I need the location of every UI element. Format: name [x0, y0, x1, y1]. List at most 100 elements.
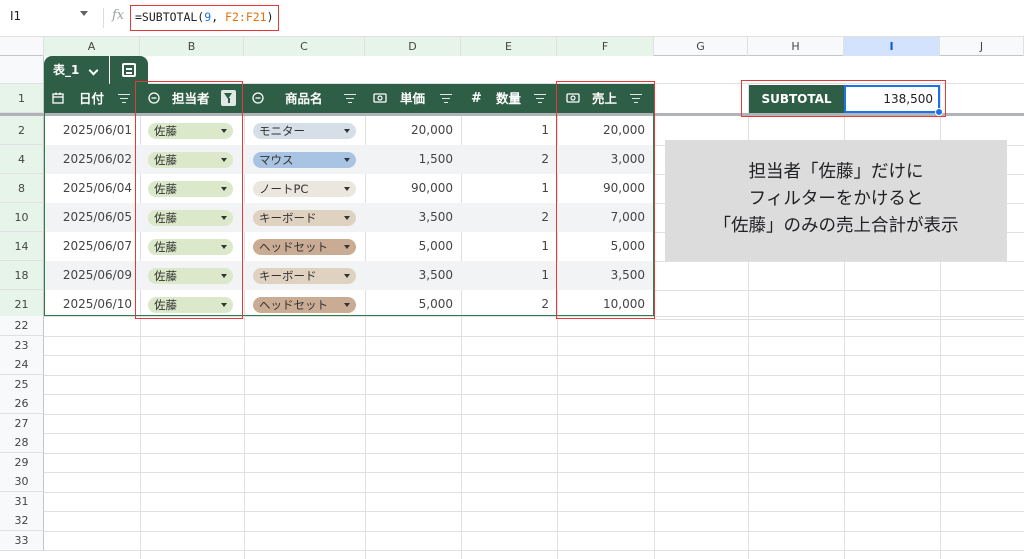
product-chip[interactable]: キーボード — [253, 268, 356, 284]
column-header-g[interactable]: G — [654, 37, 748, 56]
row-header[interactable]: 14 — [0, 232, 44, 261]
row-header[interactable]: 10 — [0, 203, 44, 232]
table-name-chip[interactable]: 表_1 — [44, 56, 109, 84]
chip-dropdown-icon[interactable] — [221, 129, 227, 133]
row-header[interactable]: 30 — [0, 472, 44, 492]
chip-dropdown-icon[interactable] — [221, 303, 227, 307]
price-cell[interactable]: 5,000 — [365, 232, 453, 261]
person-chip[interactable]: 佐藤 — [148, 123, 233, 139]
row-header[interactable]: 29 — [0, 452, 44, 473]
qty-cell[interactable]: 2 — [461, 145, 549, 174]
subtotal-value-cell[interactable]: 138,500 — [844, 85, 940, 113]
date-cell[interactable]: 2025/06/01 — [44, 116, 132, 145]
date-cell[interactable]: 2025/06/10 — [44, 290, 132, 319]
column-header-a[interactable]: A — [44, 37, 140, 56]
chip-dropdown-icon[interactable] — [221, 245, 227, 249]
chip-dropdown-icon[interactable] — [344, 245, 350, 249]
row-header[interactable]: 31 — [0, 491, 44, 512]
column-header-f[interactable]: F — [557, 37, 654, 56]
header-sales[interactable]: 売上 — [592, 84, 617, 113]
name-box[interactable]: I1 — [10, 9, 21, 23]
product-chip[interactable]: ヘッドセット — [253, 297, 356, 313]
header-date[interactable]: 日付 — [79, 84, 104, 113]
person-chip[interactable]: 佐藤 — [148, 181, 233, 197]
date-cell[interactable]: 2025/06/02 — [44, 145, 132, 174]
row-header[interactable]: 25 — [0, 374, 44, 395]
row-header[interactable]: 26 — [0, 394, 44, 414]
chip-dropdown-icon[interactable] — [344, 129, 350, 133]
qty-cell[interactable]: 1 — [461, 174, 549, 203]
person-chip[interactable]: 佐藤 — [148, 239, 233, 255]
price-cell[interactable]: 1,500 — [365, 145, 453, 174]
row-header[interactable]: 22 — [0, 316, 44, 336]
row-header[interactable]: 24 — [0, 355, 44, 375]
filter-icon[interactable] — [630, 94, 642, 103]
row-header[interactable]: 23 — [0, 335, 44, 356]
chip-dropdown-icon[interactable] — [221, 158, 227, 162]
column-header-b[interactable]: B — [140, 37, 244, 56]
formula-input[interactable]: =SUBTOTAL(9, F2:F21) — [130, 5, 279, 31]
column-header-i[interactable]: I — [844, 37, 940, 56]
header-qty[interactable]: 数量 — [496, 84, 521, 113]
date-cell[interactable]: 2025/06/07 — [44, 232, 132, 261]
person-chip[interactable]: 佐藤 — [148, 268, 233, 284]
date-cell[interactable]: 2025/06/09 — [44, 261, 132, 290]
row-header[interactable]: 8 — [0, 174, 44, 203]
qty-cell[interactable]: 1 — [461, 116, 549, 145]
header-product[interactable]: 商品名 — [285, 84, 323, 113]
chip-dropdown-icon[interactable] — [344, 158, 350, 162]
column-header-c[interactable]: C — [244, 37, 365, 56]
row-header[interactable]: 21 — [0, 290, 44, 319]
row-header[interactable]: 4 — [0, 145, 44, 174]
row-header[interactable]: 33 — [0, 530, 44, 551]
chip-dropdown-icon[interactable] — [344, 187, 350, 191]
product-chip[interactable]: キーボード — [253, 210, 356, 226]
chip-dropdown-icon[interactable] — [221, 216, 227, 220]
table-view-icon[interactable] — [122, 63, 136, 77]
date-cell[interactable]: 2025/06/04 — [44, 174, 132, 203]
filter-active-icon[interactable] — [221, 90, 236, 106]
qty-cell[interactable]: 1 — [461, 232, 549, 261]
row-header[interactable]: 32 — [0, 511, 44, 531]
frozen-row-divider[interactable] — [0, 113, 1024, 116]
person-chip[interactable]: 佐藤 — [148, 210, 233, 226]
sales-cell[interactable]: 7,000 — [557, 203, 645, 232]
person-chip[interactable]: 佐藤 — [148, 152, 233, 168]
row-header[interactable]: 28 — [0, 433, 44, 453]
product-chip[interactable]: ヘッドセット — [253, 239, 356, 255]
select-all-corner[interactable] — [0, 37, 44, 56]
chip-dropdown-icon[interactable] — [344, 303, 350, 307]
chip-dropdown-icon[interactable] — [344, 216, 350, 220]
filter-icon[interactable] — [534, 94, 546, 103]
row-header[interactable]: 2 — [0, 116, 44, 145]
sales-cell[interactable]: 3,500 — [557, 261, 645, 290]
qty-cell[interactable]: 2 — [461, 290, 549, 319]
date-cell[interactable]: 2025/06/05 — [44, 203, 132, 232]
price-cell[interactable]: 90,000 — [365, 174, 453, 203]
filter-icon[interactable] — [344, 94, 356, 103]
sales-cell[interactable]: 5,000 — [557, 232, 645, 261]
person-chip[interactable]: 佐藤 — [148, 297, 233, 313]
sales-cell[interactable]: 3,000 — [557, 145, 645, 174]
column-header-e[interactable]: E — [461, 37, 557, 56]
sales-cell[interactable]: 10,000 — [557, 290, 645, 319]
sales-cell[interactable]: 90,000 — [557, 174, 645, 203]
filter-icon[interactable] — [440, 94, 452, 103]
price-cell[interactable]: 20,000 — [365, 116, 453, 145]
chip-dropdown-icon[interactable] — [221, 187, 227, 191]
product-chip[interactable]: ノートPC — [253, 181, 356, 197]
column-header-j[interactable]: J — [940, 37, 1024, 56]
price-cell[interactable]: 3,500 — [365, 203, 453, 232]
product-chip[interactable]: モニター — [253, 123, 356, 139]
fill-handle[interactable] — [935, 108, 943, 116]
qty-cell[interactable]: 2 — [461, 203, 549, 232]
chip-dropdown-icon[interactable] — [344, 274, 350, 278]
header-person[interactable]: 担当者 — [172, 84, 210, 113]
qty-cell[interactable]: 1 — [461, 261, 549, 290]
row-header-1[interactable]: 1 — [0, 84, 44, 113]
chip-dropdown-icon[interactable] — [221, 274, 227, 278]
column-header-d[interactable]: D — [365, 37, 461, 56]
row-header[interactable]: 27 — [0, 413, 44, 434]
product-chip[interactable]: マウス — [253, 152, 356, 168]
price-cell[interactable]: 3,500 — [365, 261, 453, 290]
